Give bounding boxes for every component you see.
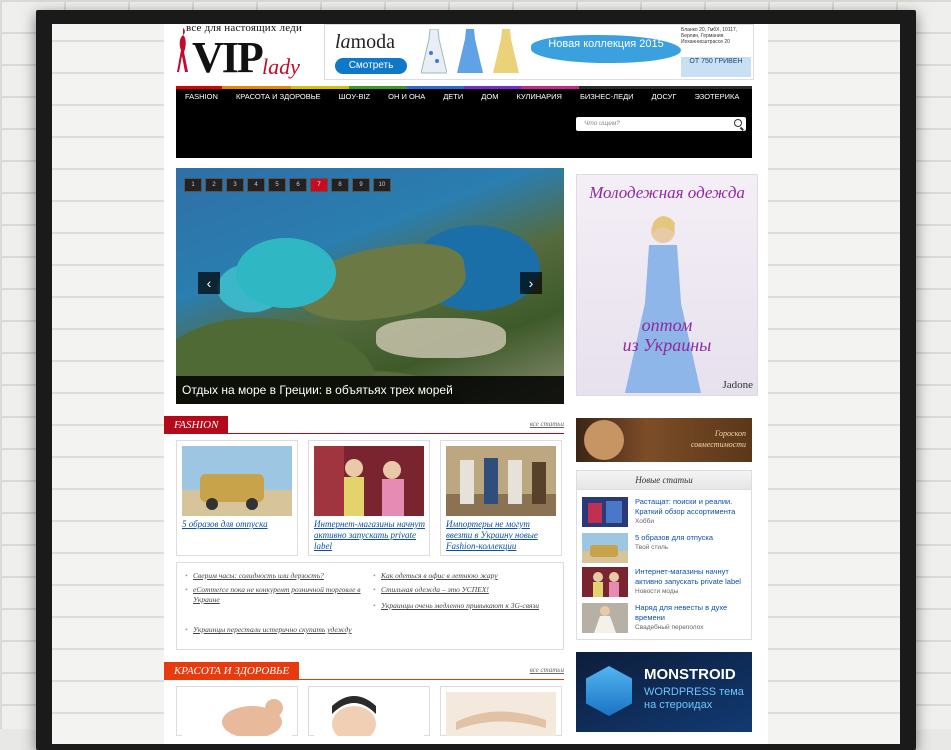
nav-item-he-and-she[interactable]: ОН И ОНА [379, 89, 434, 104]
slider-page-button[interactable]: 3 [226, 178, 244, 192]
main-navigation: FASHION КРАСОТА И ЗДОРОВЬЕ ШОУ-BIZ ОН И … [176, 86, 752, 158]
prev-arrow-icon[interactable]: ‹ [198, 272, 220, 294]
article-card[interactable]: 5 образов для отпуска [176, 440, 298, 556]
slide-caption[interactable]: Отдых на море в Греции: в объятьях трех … [176, 376, 564, 404]
monstroid-shield-icon [586, 666, 632, 716]
news-thumbnail [582, 567, 628, 597]
search-input[interactable]: Что ищем? [576, 117, 746, 131]
all-articles-link[interactable]: все статьи [530, 420, 564, 428]
beauty-section-header: КРАСОТА И ЗДОРОВЬЕ все статьи [164, 662, 564, 680]
beauty-section-tag[interactable]: КРАСОТА И ЗДОРОВЬЕ [164, 662, 300, 680]
all-articles-link[interactable]: все статьи [530, 666, 564, 674]
article-thumbnail [182, 446, 292, 516]
news-item[interactable]: 5 образов для отпуска Твой стиль [582, 533, 748, 563]
search-icon[interactable] [734, 119, 742, 127]
slide-town [376, 318, 506, 358]
nav-item-business-lady[interactable]: БИЗНЕС-ЛЕДИ [571, 89, 643, 104]
horoscope-photo [584, 420, 624, 460]
ad-title: Молодежная одежда [589, 183, 745, 202]
featured-slider[interactable]: 1 2 3 4 5 6 7 8 9 10 ‹ › Отдых на море в… [176, 168, 564, 404]
news-item[interactable]: Интернет-магазины начнут активно запуска… [582, 567, 748, 597]
fashion-links-list: Сверим часы: солидность или дерзость? Ка… [176, 562, 564, 650]
watch-button[interactable]: Смотреть [335, 58, 407, 74]
model-photo [625, 216, 701, 393]
slider-page-button[interactable]: 10 [373, 178, 391, 192]
news-thumbnail [582, 603, 628, 633]
nav-item-cooking[interactable]: КУЛИНАРИЯ [507, 89, 571, 104]
lady-silhouette-icon [177, 28, 188, 72]
lamoda-banner[interactable]: lamoda Смотреть Новая коллекция 2015 Бла… [324, 24, 754, 80]
slider-pager: 1 2 3 4 5 6 7 8 9 10 [184, 178, 391, 192]
slider-page-button[interactable]: 4 [247, 178, 265, 192]
news-thumbnail [582, 533, 628, 563]
fashion-section-header: FASHION все статьи [164, 416, 564, 434]
slide-lagoon [236, 238, 336, 308]
lamoda-brand: lamoda [335, 31, 395, 53]
news-category[interactable]: Свадебный переполох [635, 624, 703, 631]
article-thumbnail [182, 692, 292, 736]
ad-subtitle: оптом из Украины [622, 315, 712, 355]
slider-page-button[interactable]: 2 [205, 178, 223, 192]
nav-item-kids[interactable]: ДЕТИ [434, 89, 472, 104]
news-title[interactable]: Наряд для невесты в духе времени [635, 603, 747, 623]
article-card[interactable]: Импортеры не могут ввезти в Украину новы… [440, 440, 562, 556]
news-thumbnail [582, 497, 628, 527]
news-item[interactable]: Наряд для невесты в духе времени Свадебн… [582, 603, 748, 633]
horoscope-banner[interactable]: Гороскоп совместимости [576, 418, 752, 462]
horoscope-text: Гороскоп совместимости [690, 429, 746, 449]
dress-icon [457, 29, 483, 73]
monstroid-ad-banner[interactable]: MONSTROID WORDPRESS тема на стероидах [576, 652, 752, 732]
news-title[interactable]: 5 образов для отпуска [635, 533, 747, 543]
dress-icon [421, 29, 447, 74]
news-title[interactable]: Интернет-магазины начнут активно запуска… [635, 567, 747, 587]
nav-item-showbiz[interactable]: ШОУ-BIZ [330, 89, 379, 104]
article-card[interactable]: Интернет-магазины начнут активно запуска… [308, 440, 430, 556]
slider-page-button[interactable]: 8 [331, 178, 349, 192]
article-title[interactable]: 5 образов для отпуска [182, 519, 294, 530]
nav-item-home[interactable]: ДОМ [472, 89, 507, 104]
nav-item-fashion[interactable]: FASHION [176, 89, 227, 104]
article-link[interactable]: Украинцы перестали истерично скупать уде… [185, 625, 363, 635]
ad-brand: Jadone [722, 379, 753, 391]
nav-item-beauty[interactable]: КРАСОТА И ЗДОРОВЬЕ [227, 89, 330, 104]
article-link[interactable]: Сверим часы: солидность или дерзость? [185, 571, 363, 581]
site-logo[interactable]: все для настоящих леди VIP lady [176, 22, 316, 82]
news-category[interactable]: Твой стиль [635, 544, 668, 551]
article-thumbnail [314, 446, 424, 516]
dress-icon [493, 29, 519, 73]
logo-lady: lady [262, 54, 300, 79]
article-link[interactable]: Украинцы очень медленно привыкают к 3G-с… [373, 601, 561, 611]
slider-page-button[interactable]: 9 [352, 178, 370, 192]
next-arrow-icon[interactable]: › [520, 272, 542, 294]
banner-fine-print: Бланко 20, ГмбХ, 10117, Берлин, Германия… [681, 27, 738, 45]
jadone-ad-banner[interactable]: Молодежная одежда оптом из Украины Jadone [576, 174, 758, 396]
new-articles-header: Новые статьи [577, 471, 751, 490]
logo-vip: VIP [192, 33, 264, 82]
article-thumbnail [446, 446, 556, 516]
fashion-section-tag[interactable]: FASHION [164, 416, 229, 434]
article-thumbnail [446, 692, 556, 736]
new-collection-label: Новая коллекция 2015 [531, 35, 681, 63]
search-placeholder: Что ищем? [584, 120, 620, 127]
article-thumbnail [314, 692, 424, 736]
monstroid-title: MONSTROID [644, 666, 736, 683]
article-link[interactable]: eCommerce пока не конкурент розничной то… [185, 585, 363, 605]
news-category[interactable]: Новости моды [635, 588, 678, 595]
new-articles-widget: Новые статьи Растащат: поиски и реалии. … [576, 470, 752, 640]
article-link[interactable]: Стильная одежда – это УСПЕХ! [373, 585, 561, 595]
slider-page-button-active[interactable]: 7 [310, 178, 328, 192]
slider-page-button[interactable]: 6 [289, 178, 307, 192]
monstroid-subtitle: WORDPRESS тема на стероидах [644, 686, 744, 711]
news-title[interactable]: Растащат: поиски и реалии. Краткий обзор… [635, 497, 747, 517]
article-title[interactable]: Импортеры не могут ввезти в Украину новы… [446, 519, 558, 552]
news-item[interactable]: Растащат: поиски и реалии. Краткий обзор… [582, 497, 748, 527]
article-link[interactable]: Как одеться в офис в летнюю жару [373, 571, 561, 581]
price-badge: ОТ 750 ГРИВЕН [681, 57, 751, 77]
nav-item-leisure[interactable]: ДОСУГ [643, 89, 686, 104]
slider-page-button[interactable]: 5 [268, 178, 286, 192]
news-category[interactable]: Хобби [635, 518, 654, 525]
article-title[interactable]: Интернет-магазины начнут активно запуска… [314, 519, 426, 552]
nav-item-esoterics[interactable]: ЭЗОТЕРИКА [685, 89, 748, 104]
slider-page-button[interactable]: 1 [184, 178, 202, 192]
